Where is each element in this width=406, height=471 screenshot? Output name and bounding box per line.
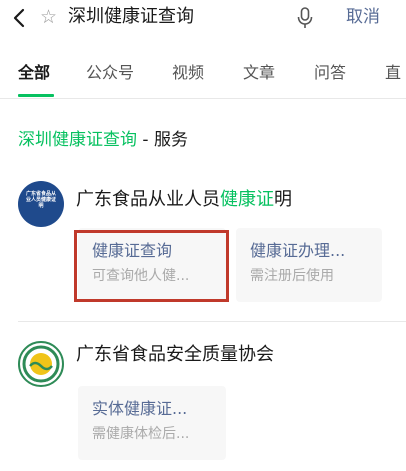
star-icon[interactable]: ☆ [40, 6, 57, 28]
tab-articles[interactable]: 文章 [243, 62, 275, 84]
section-title-suffix: - 服务 [137, 130, 188, 150]
back-arrow-icon[interactable] [10, 6, 30, 30]
service-subtitle: 需健康体检后... [92, 426, 190, 442]
association-logo-icon [22, 345, 60, 383]
tab-qa[interactable]: 问答 [314, 62, 346, 84]
tab-videos[interactable]: 视频 [172, 62, 204, 84]
search-input[interactable]: 深圳健康证查询 [68, 5, 194, 29]
search-bar: ☆ 深圳健康证查询 取消 [0, 0, 406, 38]
service-card-physical-health-cert[interactable]: 实体健康证... 需健康体检后... [78, 386, 226, 460]
tabs-divider [0, 98, 406, 99]
account-avatar-guangdong-food-workers[interactable]: 广东省食品从业人员健康证明 [18, 181, 64, 227]
account-name-prefix: 广东食品从业人员 [76, 189, 220, 210]
tab-official-accounts[interactable]: 公众号 [86, 62, 134, 84]
tab-all[interactable]: 全部 [18, 62, 50, 84]
microphone-icon[interactable] [296, 6, 314, 30]
account-avatar-food-safety-association[interactable] [18, 341, 64, 387]
service-title: 健康证办理... [250, 241, 346, 260]
section-title: 深圳健康证查询 - 服务 [18, 128, 188, 152]
account-name-keyword: 健康证 [220, 189, 274, 210]
cancel-button[interactable]: 取消 [346, 5, 380, 29]
annotation-highlight-box [74, 230, 229, 302]
section-title-keyword: 深圳健康证查询 [18, 130, 137, 150]
active-tab-indicator [18, 94, 54, 97]
tab-bar: 全部 公众号 视频 文章 问答 直 [0, 54, 406, 98]
account-name-food-safety-association[interactable]: 广东省食品安全质量协会 [76, 342, 274, 368]
service-title: 实体健康证... [92, 399, 188, 418]
account-name-suffix: 明 [274, 189, 292, 210]
account-name-guangdong-food-workers[interactable]: 广东食品从业人员健康证明 [76, 187, 292, 213]
avatar-logo-text: 广东省食品从业人员健康证明 [25, 191, 56, 209]
service-subtitle: 需注册后使用 [250, 268, 334, 284]
tab-live[interactable]: 直 [385, 62, 401, 84]
service-card-health-cert-apply[interactable]: 健康证办理... 需注册后使用 [236, 228, 382, 302]
result-divider [18, 321, 406, 322]
